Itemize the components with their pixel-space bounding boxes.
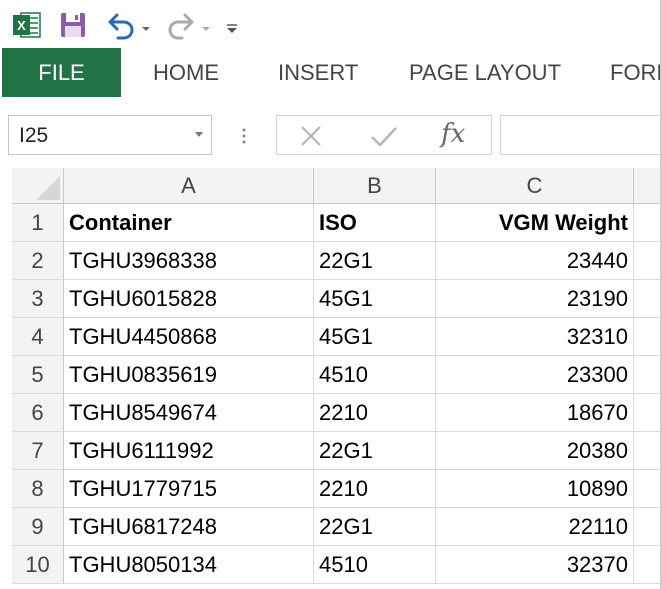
cell-container[interactable]: TGHU3968338 — [64, 242, 314, 280]
cell-vgm-weight[interactable]: 23300 — [436, 356, 634, 394]
cell[interactable] — [634, 318, 662, 356]
cell-vgm-weight[interactable]: 18670 — [436, 394, 634, 432]
cell-iso[interactable]: 2210 — [314, 394, 436, 432]
header-cell-iso[interactable]: ISO — [314, 204, 436, 242]
row-header[interactable]: 6 — [12, 394, 64, 432]
cell-vgm-weight[interactable]: 22110 — [436, 508, 634, 546]
redo-icon — [168, 13, 194, 40]
excel-logo-icon[interactable]: X — [12, 10, 42, 40]
cell[interactable] — [634, 204, 662, 242]
cell-iso[interactable]: 22G1 — [314, 432, 436, 470]
formula-bar: I25 fx — [0, 97, 662, 168]
excel-logo-letter: X — [17, 18, 26, 33]
cell[interactable] — [634, 242, 662, 280]
spreadsheet-grid: A B C 1 Container ISO VGM Weight 2 TGHU3… — [0, 168, 662, 589]
column-header-c[interactable]: C — [436, 168, 634, 204]
cell[interactable] — [634, 508, 662, 546]
tab-file[interactable]: FILE — [2, 48, 121, 97]
tab-insert[interactable]: INSERT — [278, 48, 358, 97]
undo-button[interactable] — [104, 8, 154, 42]
cell-vgm-weight[interactable]: 32310 — [436, 318, 634, 356]
cell-container[interactable]: TGHU8050134 — [64, 546, 314, 584]
cell[interactable] — [634, 546, 662, 584]
row-header[interactable]: 1 — [12, 204, 64, 242]
name-box[interactable]: I25 — [8, 115, 212, 155]
cell-container[interactable]: TGHU6817248 — [64, 508, 314, 546]
cell[interactable] — [634, 280, 662, 318]
cell-vgm-weight[interactable]: 10890 — [436, 470, 634, 508]
column-header-d[interactable] — [634, 168, 662, 204]
undo-icon — [108, 13, 134, 40]
ribbon-tabs: FILE HOME INSERT PAGE LAYOUT FORM — [0, 48, 662, 97]
cell-iso[interactable]: 45G1 — [314, 318, 436, 356]
cell-iso[interactable]: 4510 — [314, 356, 436, 394]
cell-container[interactable]: TGHU6015828 — [64, 280, 314, 318]
header-cell-vgm-weight[interactable]: VGM Weight — [436, 204, 634, 242]
cell[interactable] — [634, 356, 662, 394]
header-cell-container[interactable]: Container — [64, 204, 314, 242]
tab-home[interactable]: HOME — [153, 48, 219, 97]
quick-access-toolbar: X — [0, 0, 662, 48]
cell-vgm-weight[interactable]: 20380 — [436, 432, 634, 470]
row-header[interactable]: 7 — [12, 432, 64, 470]
column-header-b[interactable]: B — [314, 168, 436, 204]
name-box-value: I25 — [19, 124, 49, 147]
chevron-down-icon[interactable] — [195, 132, 203, 137]
redo-button[interactable] — [162, 8, 212, 42]
cell-iso[interactable]: 4510 — [314, 546, 436, 584]
insert-function-button[interactable]: fx — [441, 119, 465, 149]
select-all-icon — [36, 176, 60, 200]
cell-container[interactable]: TGHU4450868 — [64, 318, 314, 356]
cell-iso[interactable]: 22G1 — [314, 508, 436, 546]
tab-formulas[interactable]: FORM — [610, 48, 662, 97]
cell[interactable] — [634, 394, 662, 432]
formula-buttons: fx — [276, 115, 492, 155]
enter-check-icon[interactable] — [369, 124, 399, 148]
row-header[interactable]: 5 — [12, 356, 64, 394]
row-header[interactable]: 2 — [12, 242, 64, 280]
customize-toolbar-icon[interactable] — [224, 10, 240, 40]
select-all-button[interactable] — [12, 168, 64, 204]
cell-iso[interactable]: 45G1 — [314, 280, 436, 318]
row-header[interactable]: 4 — [12, 318, 64, 356]
drag-handle-icon[interactable] — [241, 127, 247, 145]
cell-iso[interactable]: 22G1 — [314, 242, 436, 280]
cell-vgm-weight[interactable]: 32370 — [436, 546, 634, 584]
row-header[interactable]: 3 — [12, 280, 64, 318]
cell[interactable] — [634, 432, 662, 470]
row-header[interactable]: 10 — [12, 546, 64, 584]
column-header-a[interactable]: A — [64, 168, 314, 204]
cell-container[interactable]: TGHU0835619 — [64, 356, 314, 394]
formula-input[interactable] — [500, 115, 662, 155]
cell[interactable] — [634, 470, 662, 508]
tab-page-layout[interactable]: PAGE LAYOUT — [409, 48, 561, 97]
save-icon[interactable] — [58, 10, 88, 40]
cell-vgm-weight[interactable]: 23440 — [436, 242, 634, 280]
cell-container[interactable]: TGHU6111992 — [64, 432, 314, 470]
cell-vgm-weight[interactable]: 23190 — [436, 280, 634, 318]
cell-container[interactable]: TGHU1779715 — [64, 470, 314, 508]
row-header[interactable]: 8 — [12, 470, 64, 508]
cell-iso[interactable]: 2210 — [314, 470, 436, 508]
cell-container[interactable]: TGHU8549674 — [64, 394, 314, 432]
cancel-icon[interactable] — [297, 124, 325, 148]
row-header[interactable]: 9 — [12, 508, 64, 546]
